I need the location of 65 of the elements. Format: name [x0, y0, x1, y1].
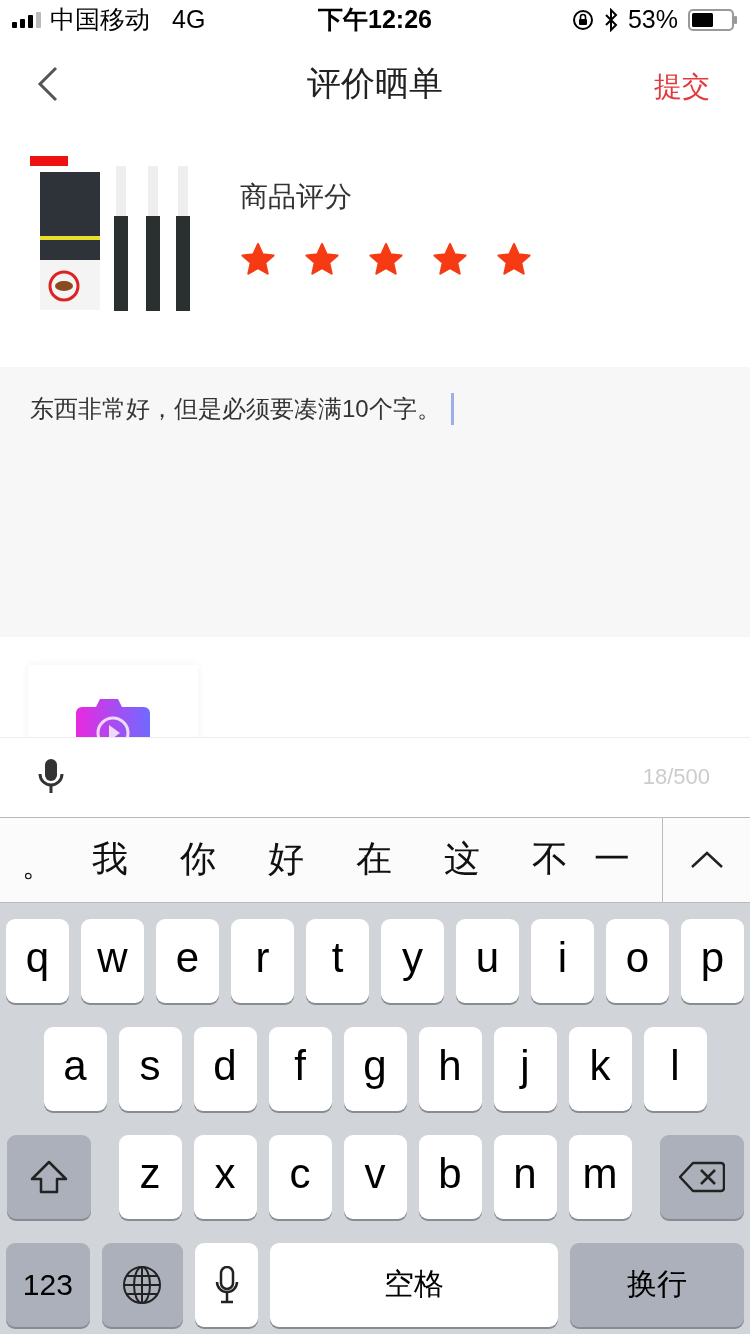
space-key[interactable]: 空格 [270, 1242, 558, 1327]
chevron-up-icon [689, 850, 724, 869]
letter-key[interactable]: l [643, 1026, 707, 1111]
star-icon[interactable] [496, 241, 532, 278]
page-title: 评价晒单 [307, 62, 443, 104]
language-key[interactable] [101, 1242, 184, 1327]
star-icon[interactable] [368, 241, 404, 278]
candidate-word[interactable]: 在 [330, 835, 418, 885]
letter-key[interactable]: d [193, 1026, 257, 1111]
letter-key[interactable]: e [156, 918, 219, 1003]
letter-key[interactable]: p [681, 918, 744, 1003]
letter-key[interactable]: k [568, 1026, 632, 1111]
letter-key[interactable]: q [6, 918, 69, 1003]
return-key[interactable]: 换行 [569, 1242, 744, 1327]
letter-key[interactable]: x [193, 1134, 257, 1219]
dictation-key[interactable] [195, 1242, 258, 1327]
bluetooth-icon [603, 7, 618, 32]
letter-key[interactable]: c [268, 1134, 332, 1219]
letter-key[interactable]: t [306, 918, 369, 1003]
submit-button[interactable]: 提交 [654, 63, 710, 110]
candidate-word[interactable]: 好 [242, 835, 330, 885]
battery-percent: 53% [627, 5, 678, 35]
shift-key[interactable] [6, 1134, 91, 1219]
signal-icon [12, 11, 42, 28]
rating-label: 商品评分 [240, 179, 353, 214]
letter-key[interactable]: z [118, 1134, 182, 1219]
network-type: 4G [172, 5, 206, 35]
numbers-key[interactable]: 123 [6, 1242, 90, 1327]
star-icon[interactable] [240, 241, 276, 278]
voice-input-button[interactable] [38, 758, 64, 796]
letter-key[interactable]: b [418, 1134, 482, 1219]
letter-key[interactable]: h [418, 1026, 482, 1111]
star-icon[interactable] [304, 241, 340, 278]
letter-key[interactable]: s [118, 1026, 182, 1111]
star-rating[interactable] [240, 241, 532, 278]
shift-icon [28, 1158, 69, 1195]
review-field[interactable]: 东西非常好，但是必须要凑满10个字。 [30, 393, 454, 426]
candidate-word[interactable]: 。 [16, 832, 66, 888]
microphone-icon [38, 758, 64, 793]
letter-key[interactable]: o [606, 918, 669, 1003]
letter-key[interactable]: y [381, 918, 444, 1003]
letter-key[interactable]: u [456, 918, 519, 1003]
candidate-word[interactable]: 你 [154, 835, 242, 885]
letter-key[interactable]: g [343, 1026, 407, 1111]
candidate-word[interactable]: 不 [506, 835, 594, 885]
globe-icon [122, 1264, 163, 1305]
letter-key[interactable]: a [43, 1026, 107, 1111]
battery-icon [688, 8, 738, 31]
letter-key[interactable]: r [231, 918, 294, 1003]
star-icon[interactable] [432, 241, 468, 278]
letter-key[interactable]: m [568, 1134, 632, 1219]
letter-key[interactable]: w [81, 918, 144, 1003]
microphone-icon [214, 1265, 239, 1304]
candidate-word[interactable]: 我 [66, 835, 154, 885]
carrier-name: 中国移动 [50, 4, 150, 36]
letter-key[interactable]: n [493, 1134, 557, 1219]
letter-key[interactable]: v [343, 1134, 407, 1219]
letter-key[interactable]: i [531, 918, 594, 1003]
candidate-word[interactable]: 这 [418, 835, 506, 885]
delete-key[interactable] [659, 1134, 744, 1219]
clock-time: 下午12:26 [318, 5, 432, 34]
rotation-lock-icon [571, 8, 594, 31]
letter-key[interactable]: j [493, 1026, 557, 1111]
backspace-icon [678, 1160, 725, 1193]
letter-key[interactable]: f [268, 1026, 332, 1111]
